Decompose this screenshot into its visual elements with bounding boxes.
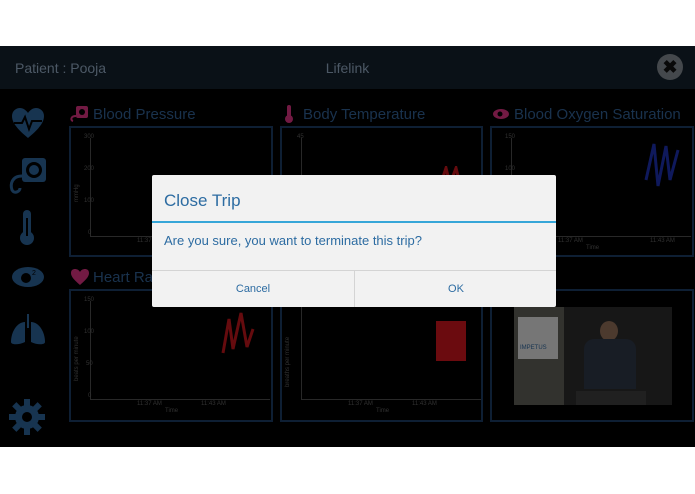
ok-button[interactable]: OK — [355, 271, 557, 307]
dialog-title: Close Trip — [164, 191, 241, 210]
dialog-divider — [152, 221, 556, 223]
close-trip-dialog: Close Trip Are you sure, you want to ter… — [152, 175, 556, 307]
dialog-message: Are you sure, you want to terminate this… — [164, 233, 422, 248]
cancel-button[interactable]: Cancel — [152, 271, 354, 307]
